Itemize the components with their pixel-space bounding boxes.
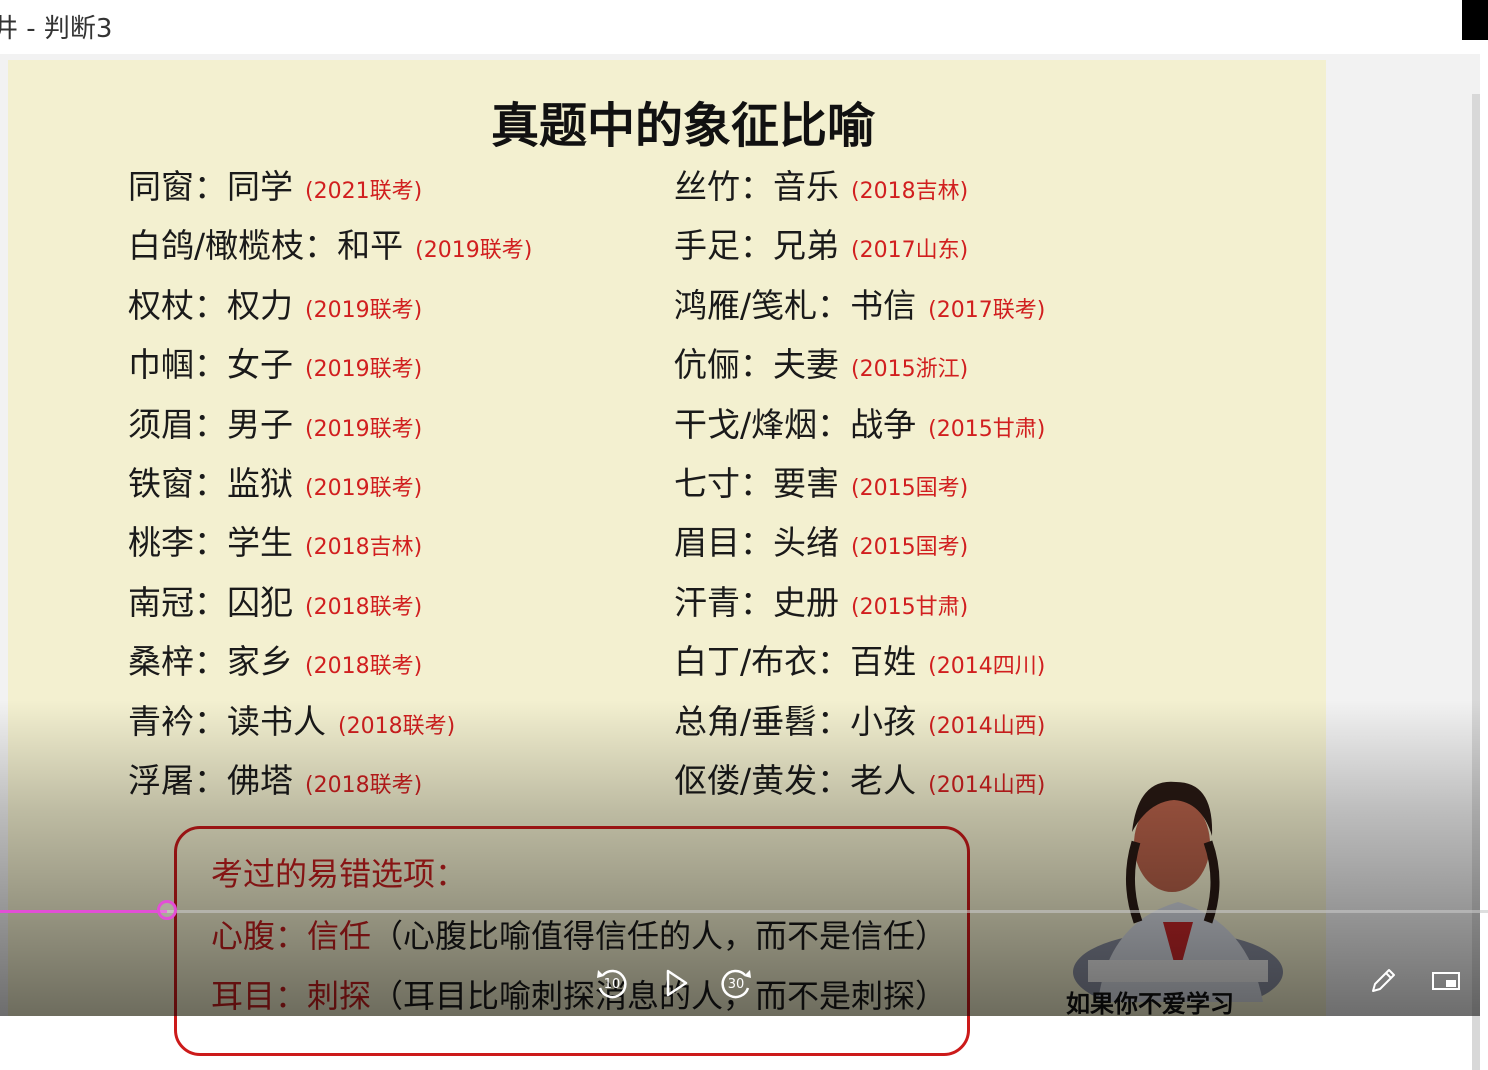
- mistake-line-1-note: （心腹比喻值得信任的人，而不是信任）: [371, 917, 948, 955]
- exam-source: (2019联考): [305, 416, 423, 442]
- exam-source: (2017联考): [928, 297, 1046, 323]
- symbol-term: 总角/垂髫：小孩: [674, 701, 917, 741]
- symbol-term: 七寸：要害: [674, 464, 839, 503]
- right-edge-bar: [1472, 94, 1480, 1070]
- symbol-row: 鸿雁/笺札：书信 (2017联考): [674, 279, 1045, 327]
- exam-source: (2018联考): [305, 773, 423, 798]
- mistake-line-1-term: 心腹：信任: [211, 917, 372, 955]
- exam-source: (2014四川): [928, 654, 1046, 680]
- progress-fill: [0, 910, 167, 913]
- symbol-term: 伉俪：夫妻: [674, 345, 839, 385]
- exam-source: (2019联考): [305, 297, 423, 323]
- picture-in-picture-icon: [1432, 972, 1460, 990]
- exam-source: (2015国考): [851, 476, 969, 501]
- window-titlebar: 井 - 判断3: [0, 0, 1488, 54]
- exam-source: (2019联考): [415, 238, 533, 264]
- symbol-row: 桃李：学生 (2018吉林): [128, 516, 422, 564]
- exam-source: (2019联考): [305, 357, 423, 383]
- symbol-term: 须眉：男子: [128, 404, 293, 444]
- play-icon: [666, 969, 688, 997]
- symbol-row: 白丁/布衣：百姓 (2014四川): [674, 635, 1045, 683]
- mistake-line-1: 心腹：信任（心腹比喻值得信任的人，而不是信任）: [211, 911, 947, 957]
- symbol-term: 桃李：学生: [128, 523, 293, 563]
- exam-source: (2017山东): [851, 238, 969, 264]
- slide: 真题中的象征比喻 同窗：同学 (2021联考) 白鸽/橄榄枝：和平 (2019联考) 权…: [8, 60, 1326, 1056]
- symbol-row: 眉目：头绪 (2015国考): [674, 516, 968, 564]
- symbol-row: 巾帼：女子 (2019联考): [128, 338, 422, 386]
- symbol-term: 伛偻/黄发：老人: [674, 761, 917, 800]
- symbol-term: 白丁/布衣：百姓: [674, 642, 917, 682]
- symbol-term: 白鸽/橄榄枝：和平: [128, 226, 404, 266]
- exam-source: (2015甘肃): [851, 594, 969, 620]
- symbol-row: 青衿：读书人 (2018联考): [128, 695, 455, 743]
- symbol-term: 干戈/烽烟：战争: [674, 404, 917, 444]
- mistake-box: 考过的易错选项： 心腹：信任（心腹比喻值得信任的人，而不是信任） 耳目：刺探（耳…: [174, 826, 970, 1056]
- symbol-term: 桑梓：家乡: [128, 642, 293, 682]
- exam-source: (2021联考): [305, 179, 423, 204]
- annotate-button[interactable]: [1368, 966, 1398, 996]
- exam-source: (2019联考): [305, 476, 423, 501]
- play-button[interactable]: [660, 966, 692, 1000]
- symbol-term: 铁窗：监狱: [128, 464, 293, 503]
- exam-source: (2014山西): [928, 713, 1046, 739]
- symbol-row: 手足：兄弟 (2017山东): [674, 219, 968, 267]
- forward-seconds-label: 30: [727, 977, 745, 992]
- symbol-term: 手足：兄弟: [674, 226, 839, 266]
- mistake-line-2-term: 耳目：刺探: [211, 977, 372, 1015]
- progress-handle[interactable]: [157, 900, 177, 920]
- rewind-10-button[interactable]: 10: [592, 964, 632, 1004]
- slide-title: 真题中的象征比喻: [490, 98, 875, 154]
- symbol-row: 同窗：同学 (2021联考): [128, 160, 422, 208]
- symbol-row: 干戈/烽烟：战争 (2015甘肃): [674, 398, 1045, 446]
- symbol-term: 巾帼：女子: [128, 345, 293, 385]
- mistake-box-heading: 考过的易错选项：: [211, 855, 468, 893]
- symbol-term: 眉目：头绪: [674, 523, 839, 563]
- symbol-row: 丝竹：音乐 (2018吉林): [674, 160, 968, 208]
- progress-track[interactable]: [0, 910, 1488, 913]
- exam-source: (2014山西): [928, 773, 1046, 798]
- symbol-row: 汗青：史册 (2015甘肃): [674, 576, 968, 624]
- symbol-term: 权杖：权力: [128, 285, 293, 325]
- exam-source: (2018联考): [305, 594, 423, 620]
- picture-in-picture-button[interactable]: [1430, 968, 1462, 994]
- mistake-line-2: 耳目：刺探（耳目比喻刺探消息的人，而不是刺探）: [211, 971, 947, 1017]
- video-stage[interactable]: 真题中的象征比喻 同窗：同学 (2021联考) 白鸽/橄榄枝：和平 (2019联考) 权…: [0, 54, 1480, 1070]
- forward-30-button[interactable]: 30: [716, 964, 756, 1004]
- symbol-row: 铁窗：监狱 (2019联考): [128, 457, 422, 505]
- pen-icon: [1372, 969, 1395, 992]
- symbol-row: 总角/垂髫：小孩 (2014山西): [674, 695, 1045, 743]
- symbol-row: 浮屠：佛塔 (2018联考): [128, 754, 422, 802]
- symbol-term: 同窗：同学: [128, 167, 293, 206]
- symbol-term: 鸿雁/笺札：书信: [674, 285, 917, 325]
- symbol-term: 浮屠：佛塔: [128, 761, 293, 800]
- window-title: 井 - 判断3: [0, 14, 113, 44]
- symbol-row: 七寸：要害 (2015国考): [674, 457, 968, 505]
- exam-source: (2018联考): [305, 654, 423, 680]
- exam-source: (2015甘肃): [928, 416, 1046, 442]
- illustration-caption: 如果你不爱学习: [1066, 990, 1234, 1018]
- titlebar-corner: [1462, 0, 1488, 40]
- symbol-row: 权杖：权力 (2019联考): [128, 279, 422, 327]
- symbol-row: 桑梓：家乡 (2018联考): [128, 635, 422, 683]
- rewind-seconds-label: 10: [603, 977, 621, 992]
- symbol-row: 伉俪：夫妻 (2015浙江): [674, 338, 968, 386]
- symbol-term: 丝竹：音乐: [674, 167, 839, 206]
- exam-source: (2018吉林): [305, 535, 423, 561]
- exam-source: (2015浙江): [851, 357, 969, 383]
- symbol-term: 汗青：史册: [674, 582, 839, 622]
- symbol-row: 白鸽/橄榄枝：和平 (2019联考): [128, 219, 532, 267]
- symbol-term: 南冠：囚犯: [128, 582, 293, 622]
- student-illustration: [1073, 781, 1283, 1002]
- symbol-row: 须眉：男子 (2019联考): [128, 398, 422, 446]
- exam-source: (2015国考): [851, 535, 969, 561]
- exam-source: (2018联考): [338, 713, 456, 739]
- symbol-term: 青衿：读书人: [128, 701, 326, 741]
- exam-source: (2018吉林): [851, 179, 969, 204]
- symbol-row: 南冠：囚犯 (2018联考): [128, 576, 422, 624]
- symbol-row: 伛偻/黄发：老人 (2014山西): [674, 754, 1045, 802]
